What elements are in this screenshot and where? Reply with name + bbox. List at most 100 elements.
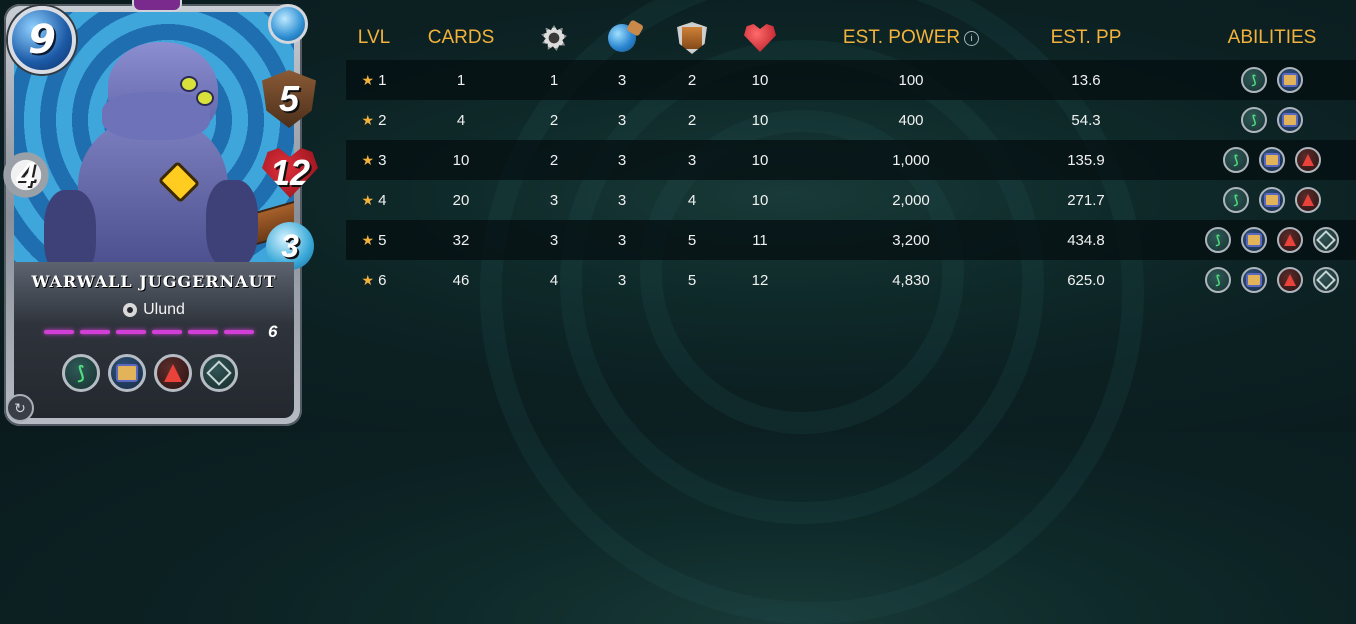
- star-icon: ★: [361, 71, 375, 88]
- cell-abilities: ⟆: [1188, 260, 1356, 300]
- table-row: ★ 1 1 1 3 2 10 100 13.6 ⟆: [346, 60, 1356, 100]
- fist-icon[interactable]: [1277, 67, 1303, 93]
- table-row: ★ 4 20 3 3 4 10 2,000 271.7 ⟆: [346, 180, 1356, 220]
- faction-label: Ulund: [143, 301, 185, 318]
- claw-icon[interactable]: ⟆: [1223, 187, 1249, 213]
- cell-armor: 2: [687, 111, 697, 129]
- creature-eye: [196, 90, 214, 106]
- level-value: 4: [378, 191, 387, 209]
- fist-icon[interactable]: [1241, 267, 1267, 293]
- fist-icon[interactable]: [1277, 107, 1303, 133]
- cell-cards: 10: [452, 151, 470, 169]
- cell-est-pp: 625.0: [1067, 271, 1105, 289]
- cell-health: 10: [751, 71, 769, 89]
- mana-cost: 9: [8, 6, 76, 74]
- cell-armor: 4: [687, 191, 697, 209]
- cell-level: ★ 2: [346, 100, 402, 140]
- fire-icon[interactable]: [154, 354, 192, 392]
- cell-health: 12: [751, 271, 769, 289]
- cell-health: 10: [751, 191, 769, 209]
- cell-speed: 3: [617, 231, 627, 249]
- cell-melee-attack: 1: [549, 71, 559, 89]
- cell-abilities: ⟆: [1188, 180, 1356, 220]
- star-icon: ★: [361, 151, 375, 168]
- creature-body: [78, 118, 228, 268]
- diamond-icon[interactable]: [200, 354, 238, 392]
- cell-melee-attack: 3: [549, 231, 559, 249]
- cell-speed: 3: [617, 191, 627, 209]
- health-icon: [744, 24, 776, 52]
- info-icon[interactable]: i: [964, 30, 980, 46]
- level-value: 2: [378, 111, 387, 129]
- cell-est-power: 1,000: [892, 151, 930, 169]
- level-value: 1: [378, 71, 387, 89]
- cell-speed: 3: [617, 271, 627, 289]
- claw-icon[interactable]: ⟆: [1205, 227, 1231, 253]
- fire-icon[interactable]: [1295, 187, 1321, 213]
- header-speed: [598, 18, 646, 58]
- cell-melee-attack: 3: [549, 191, 559, 209]
- table-row: ★ 3 10 2 3 3 10 1,000 135.9 ⟆: [346, 140, 1356, 180]
- cell-abilities: ⟆: [1188, 140, 1356, 180]
- cell-health: 10: [751, 151, 769, 169]
- card-faction: Ulund: [14, 301, 294, 319]
- armor-icon: [677, 22, 707, 54]
- cell-melee-attack: 2: [549, 111, 559, 129]
- diamond-icon[interactable]: [1313, 227, 1339, 253]
- cell-est-power: 400: [898, 111, 924, 129]
- diamond-icon[interactable]: [1313, 267, 1339, 293]
- card-abilities: ⟆: [62, 354, 238, 392]
- card-level: 6: [268, 322, 278, 341]
- claw-icon[interactable]: ⟆: [1241, 67, 1267, 93]
- fire-icon[interactable]: [1277, 267, 1303, 293]
- cell-melee-attack: 2: [549, 151, 559, 169]
- cell-est-pp: 135.9: [1067, 151, 1105, 169]
- claw-icon[interactable]: ⟆: [62, 354, 100, 392]
- level-bar: [44, 330, 74, 334]
- level-bar: [152, 330, 182, 334]
- header-est-power-label: EST. POWER: [842, 27, 961, 48]
- speed-icon: [608, 24, 636, 52]
- cell-est-pp: 434.8: [1067, 231, 1105, 249]
- fire-icon[interactable]: [1295, 147, 1321, 173]
- fist-icon[interactable]: [1259, 187, 1285, 213]
- card-top-notch: [132, 0, 182, 12]
- fire-icon[interactable]: [1277, 227, 1303, 253]
- melee-attack-stat: 4: [0, 148, 52, 202]
- header-armor: [668, 18, 716, 58]
- melee-attack-icon: [541, 25, 567, 51]
- monster-card[interactable]: 9 5 12 4 3 WARWALL JUGGERNAUT Ulund 6 ⟆ …: [0, 0, 318, 432]
- creature-snout: [102, 92, 210, 140]
- cell-level: ★ 1: [346, 60, 402, 100]
- claw-icon[interactable]: ⟆: [1205, 267, 1231, 293]
- cell-cards: 1: [456, 71, 466, 89]
- water-element-icon: [268, 4, 308, 44]
- level-value: 3: [378, 151, 387, 169]
- fist-icon[interactable]: [108, 354, 146, 392]
- cell-melee-attack: 4: [549, 271, 559, 289]
- cell-level: ★ 5: [346, 220, 402, 260]
- cell-level: ★ 3: [346, 140, 402, 180]
- level-progress-bars: [44, 330, 264, 334]
- card-name: WARWALL JUGGERNAUT: [31, 272, 277, 291]
- level-value: 6: [378, 271, 387, 289]
- cell-est-power: 100: [898, 71, 924, 89]
- star-icon: ★: [361, 111, 375, 128]
- table-header: LVL CARDS EST. POWER i EST. PP ABILITIES: [346, 18, 1356, 60]
- cell-speed: 3: [617, 151, 627, 169]
- claw-icon[interactable]: ⟆: [1223, 147, 1249, 173]
- star-icon: ★: [361, 231, 375, 248]
- cell-armor: 5: [687, 271, 697, 289]
- header-cards: CARDS: [427, 27, 495, 48]
- cell-est-pp: 271.7: [1067, 191, 1105, 209]
- header-abilities: ABILITIES: [1227, 27, 1317, 48]
- fist-icon[interactable]: [1259, 147, 1285, 173]
- cell-abilities: ⟆: [1188, 100, 1356, 140]
- star-icon: ★: [361, 271, 375, 288]
- cell-health: 11: [752, 231, 768, 249]
- fist-icon[interactable]: [1241, 227, 1267, 253]
- cell-cards: 46: [452, 271, 470, 289]
- header-health: [736, 18, 784, 58]
- level-value: 5: [378, 231, 387, 249]
- claw-icon[interactable]: ⟆: [1241, 107, 1267, 133]
